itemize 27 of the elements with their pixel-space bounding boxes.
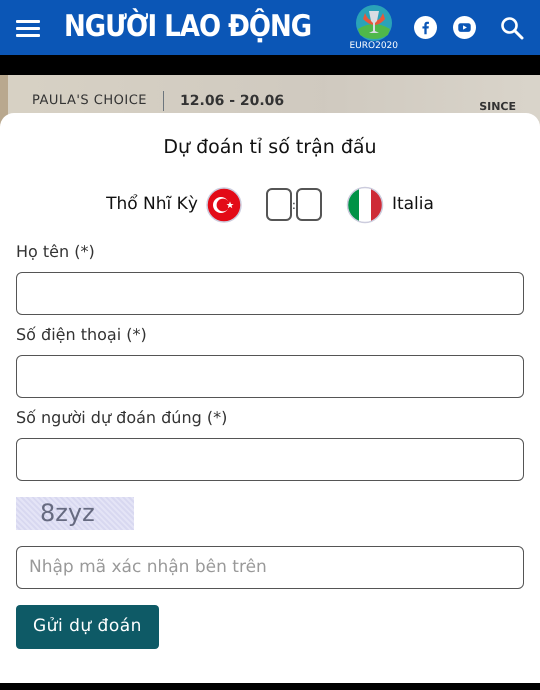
trophy-logo-icon	[354, 4, 393, 40]
turkey-flag-icon	[206, 186, 242, 222]
italy-flag-icon	[346, 186, 384, 224]
facebook-icon[interactable]	[414, 16, 437, 39]
menu-icon[interactable]	[16, 18, 40, 36]
captcha-image: 8zyz	[16, 496, 134, 530]
team-name: Italia	[392, 192, 434, 216]
site-logo[interactable]: NGƯỜI LAO ĐỘNG	[64, 5, 312, 50]
ad-dates-text: 12.06 - 20.06	[180, 92, 284, 111]
dialog-title: Dự đoán tỉ số trận đấu	[162, 135, 378, 160]
youtube-icon[interactable]	[453, 16, 476, 39]
ad-brand-text: PAULA'S CHOICE	[32, 91, 164, 110]
score-field[interactable]	[266, 188, 292, 221]
score-separator: :	[292, 196, 296, 214]
team-name: Thổ Nhĩ Kỳ	[106, 192, 198, 216]
search-icon[interactable]	[500, 16, 524, 40]
euro-badge-text: EURO2020	[349, 42, 398, 50]
input-field[interactable]	[16, 438, 524, 480]
ad-tagline-text: SINCE	[479, 99, 516, 115]
field-label: Số người dự đoán đúng (*)	[16, 406, 228, 428]
field-label: Họ tên (*)	[16, 240, 96, 262]
field-label: Số điện thoại (*)	[16, 324, 148, 346]
captcha-field[interactable]: Nhập mã xác nhận bên trên	[16, 546, 524, 588]
input-field[interactable]	[16, 272, 524, 314]
input-field[interactable]	[16, 354, 524, 398]
score-field[interactable]	[296, 188, 322, 221]
submit-button[interactable]: Gửi dự đoán	[16, 604, 159, 648]
